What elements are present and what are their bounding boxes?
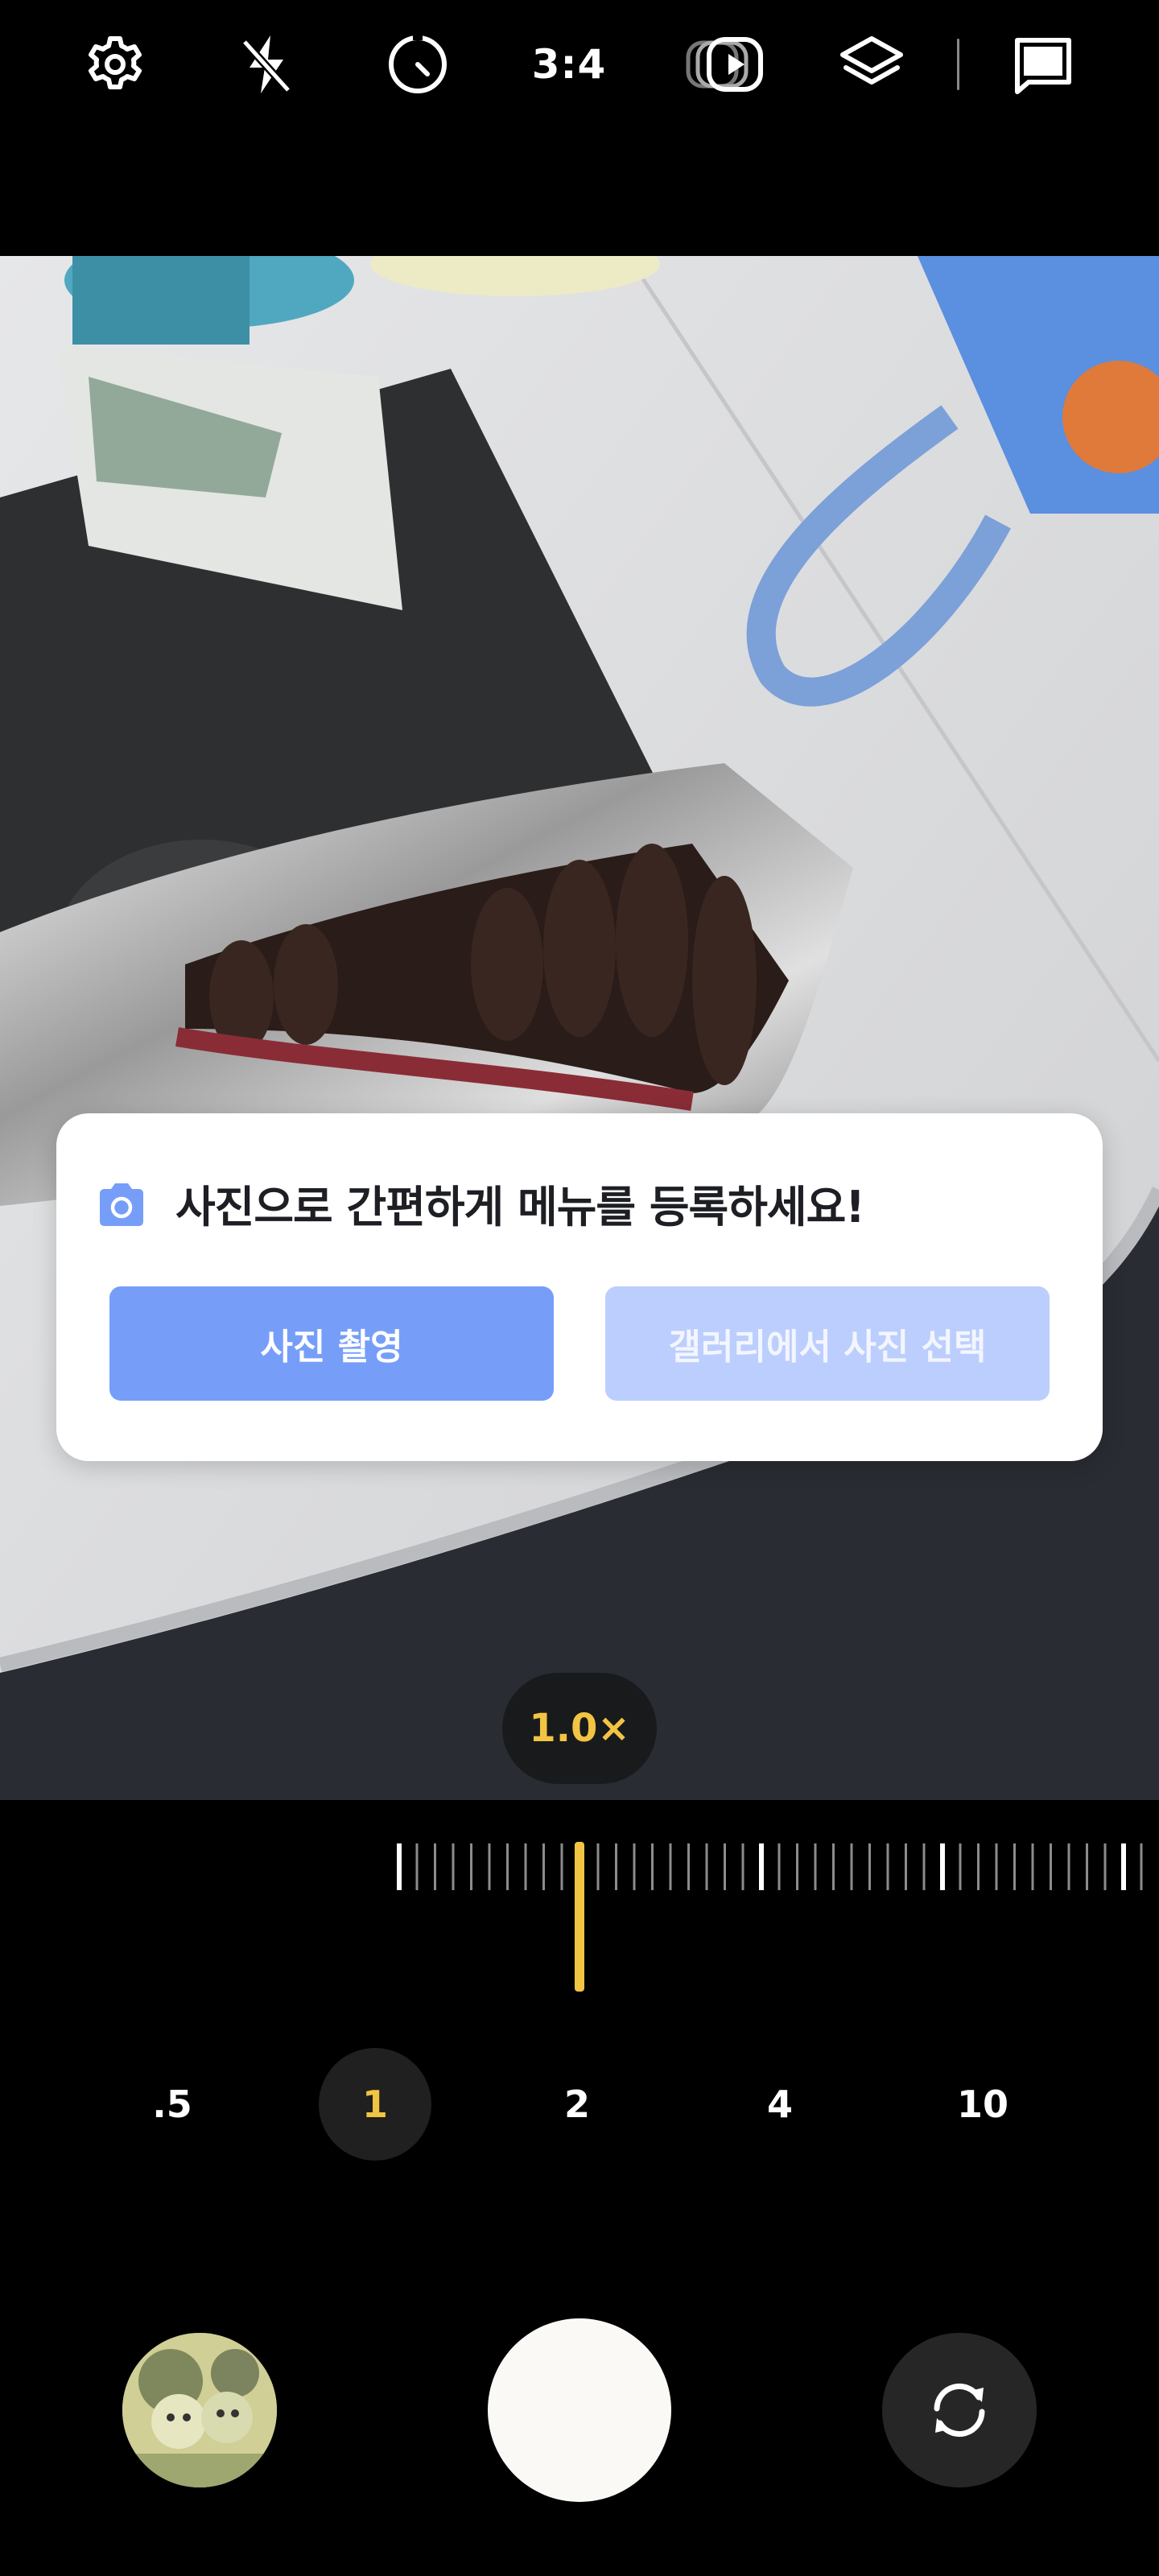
zoom-ruler-tick [850, 1843, 853, 1890]
zoom-ruler-tick [1050, 1843, 1052, 1890]
zoom-ruler-tick [832, 1843, 835, 1890]
filters-icon[interactable] [831, 24, 912, 105]
aspect-ratio-label: 3:4 [531, 41, 607, 88]
zoom-ruler-tick [452, 1843, 455, 1890]
zoom-ruler-tick [1031, 1843, 1034, 1890]
top-bar-divider [957, 39, 959, 90]
zoom-ruler-tick [705, 1843, 708, 1890]
zoom-ruler-tick [1140, 1843, 1143, 1890]
zoom-ruler-major-tick [759, 1843, 764, 1890]
motion-photo-icon[interactable] [685, 24, 765, 105]
zoom-ruler-tick [1013, 1843, 1016, 1890]
zoom-ruler-tick [995, 1843, 998, 1890]
zoom-ruler-tick [977, 1843, 980, 1890]
zoom-ruler-tick [868, 1843, 871, 1890]
zoom-ruler-tick [415, 1843, 419, 1890]
camera-viewfinder[interactable]: SAMSUNG [0, 256, 1159, 1800]
zoom-ruler-tick [434, 1843, 436, 1890]
zoom-ruler-tick [959, 1843, 962, 1890]
register-menu-popup: 사진으로 간편하게 메뉴를 등록하세요! 사진 촬영 갤러리에서 사진 선택 [56, 1113, 1103, 1461]
zoom-ruler-indicator [575, 1842, 584, 1992]
zoom-ruler-tick [724, 1843, 726, 1890]
gallery-thumbnail-image [122, 2333, 277, 2487]
zoom-ruler-tick [488, 1843, 491, 1890]
popup-title: 사진으로 간편하게 메뉴를 등록하세요! [175, 1182, 865, 1232]
aspect-ratio-toggle[interactable]: 3:4 [529, 24, 609, 105]
timer-icon[interactable] [377, 24, 458, 105]
zoom-level-1[interactable]: 1 [319, 2048, 431, 2161]
zoom-ruler[interactable] [0, 1800, 1159, 2009]
zoom-ruler-tick [1086, 1843, 1088, 1890]
viewfinder-scene: SAMSUNG [0, 256, 1159, 1800]
flash-off-icon[interactable] [226, 24, 307, 105]
gallery-icon[interactable] [1003, 24, 1083, 105]
select-from-gallery-button[interactable]: 갤러리에서 사진 선택 [605, 1286, 1050, 1401]
zoom-ruler-tick [669, 1843, 672, 1890]
zoom-level-2[interactable]: 2 [521, 2048, 633, 2161]
zoom-ruler-tick [542, 1843, 545, 1890]
zoom-level-0.5[interactable]: .5 [116, 2048, 229, 2161]
zoom-ruler-tick [615, 1843, 617, 1890]
zoom-ruler-tick [596, 1843, 600, 1890]
zoom-indicator[interactable]: 1.0× [502, 1673, 657, 1784]
zoom-ruler-tick [1103, 1843, 1107, 1890]
zoom-ruler-major-tick [940, 1843, 945, 1890]
camera-icon [100, 1183, 143, 1226]
zoom-ruler-major-tick [397, 1843, 402, 1890]
switch-camera-icon [934, 2383, 985, 2438]
zoom-ruler-tick [506, 1843, 509, 1890]
zoom-ruler-major-tick [1121, 1843, 1126, 1890]
zoom-ruler-tick [470, 1843, 472, 1890]
take-photo-button[interactable]: 사진 촬영 [109, 1286, 554, 1401]
zoom-ruler-tick [560, 1843, 563, 1890]
gear-icon[interactable] [75, 24, 155, 105]
zoom-ruler-tick [1067, 1843, 1070, 1890]
shutter-button[interactable] [488, 2318, 671, 2502]
switch-camera-button[interactable] [882, 2333, 1037, 2487]
gallery-thumbnail[interactable] [122, 2333, 277, 2487]
zoom-ruler-tick [633, 1843, 636, 1890]
camera-top-bar: 3:4 [0, 0, 1159, 129]
zoom-ruler-tick [814, 1843, 817, 1890]
zoom-ruler-tick [777, 1843, 781, 1890]
zoom-ruler-tick [651, 1843, 654, 1890]
zoom-ruler-ticks [397, 1843, 1143, 1890]
zoom-ruler-tick [687, 1843, 690, 1890]
zoom-ruler-tick [922, 1843, 926, 1890]
zoom-level-10[interactable]: 10 [926, 2048, 1039, 2161]
zoom-ruler-tick [905, 1843, 907, 1890]
zoom-level-4[interactable]: 4 [724, 2048, 836, 2161]
zoom-ruler-tick [741, 1843, 744, 1890]
zoom-ruler-tick [796, 1843, 798, 1890]
zoom-ruler-tick [886, 1843, 889, 1890]
zoom-ruler-tick [524, 1843, 527, 1890]
